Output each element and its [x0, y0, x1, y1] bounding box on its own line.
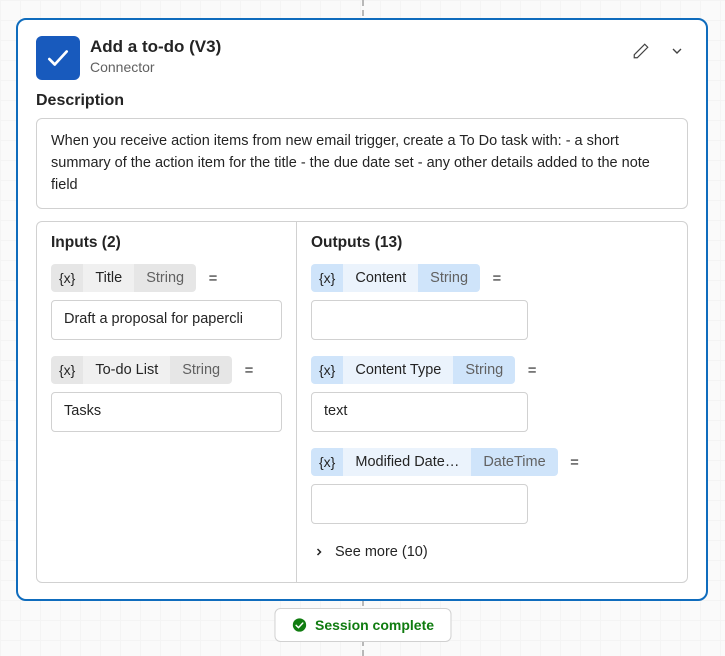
header-actions — [630, 36, 688, 62]
equals-sign: = — [237, 362, 262, 379]
equals-sign: = — [485, 270, 510, 287]
chevron-down-icon — [669, 43, 685, 59]
pencil-icon — [632, 42, 650, 60]
see-more-button[interactable]: See more (10) — [311, 540, 673, 564]
outputs-column: Outputs (13) {x} Content String = {x} Co… — [297, 222, 687, 582]
card-header: Add a to-do (V3) Connector — [36, 36, 688, 80]
output-value[interactable]: text — [311, 392, 528, 432]
param-name: Modified Date… — [343, 448, 471, 476]
check-circle-icon — [291, 617, 307, 633]
header-text: Add a to-do (V3) Connector — [90, 36, 620, 76]
param-type: DateTime — [471, 448, 557, 476]
collapse-button[interactable] — [666, 40, 688, 62]
output-param[interactable]: {x} Content Type String — [311, 356, 515, 384]
edit-button[interactable] — [630, 40, 652, 62]
param-type: String — [134, 264, 196, 292]
inputs-column: Inputs (2) {x} Title String = Draft a pr… — [37, 222, 297, 582]
see-more-label: See more (10) — [335, 544, 428, 560]
param-type: String — [170, 356, 232, 384]
outputs-header: Outputs (13) — [311, 234, 673, 252]
todo-app-icon — [36, 36, 80, 80]
param-name: Content Type — [343, 356, 453, 384]
variable-icon: {x} — [51, 356, 83, 384]
chevron-right-icon — [313, 546, 325, 558]
param-name: Title — [83, 264, 134, 292]
description-label: Description — [36, 92, 688, 110]
inputs-header: Inputs (2) — [51, 234, 282, 252]
param-name: Content — [343, 264, 418, 292]
action-card: Add a to-do (V3) Connector Description W… — [16, 18, 708, 601]
description-box: When you receive action items from new e… — [36, 118, 688, 209]
output-value[interactable] — [311, 300, 528, 340]
session-status-badge: Session complete — [274, 608, 451, 642]
output-param[interactable]: {x} Content String — [311, 264, 480, 292]
input-param[interactable]: {x} To-do List String — [51, 356, 232, 384]
equals-sign: = — [201, 270, 226, 287]
equals-sign: = — [520, 362, 545, 379]
io-container: Inputs (2) {x} Title String = Draft a pr… — [36, 221, 688, 583]
card-subtitle: Connector — [90, 58, 620, 76]
variable-icon: {x} — [311, 356, 343, 384]
param-type: String — [418, 264, 480, 292]
input-param[interactable]: {x} Title String — [51, 264, 196, 292]
card-title: Add a to-do (V3) — [90, 36, 620, 58]
param-type: String — [453, 356, 515, 384]
output-value[interactable] — [311, 484, 528, 524]
variable-icon: {x} — [311, 448, 343, 476]
param-name: To-do List — [83, 356, 170, 384]
input-value[interactable]: Tasks — [51, 392, 282, 432]
output-param[interactable]: {x} Modified Date… DateTime — [311, 448, 558, 476]
variable-icon: {x} — [311, 264, 343, 292]
session-status-label: Session complete — [315, 617, 434, 633]
equals-sign: = — [562, 454, 587, 471]
input-value[interactable]: Draft a proposal for papercli — [51, 300, 282, 340]
variable-icon: {x} — [51, 264, 83, 292]
